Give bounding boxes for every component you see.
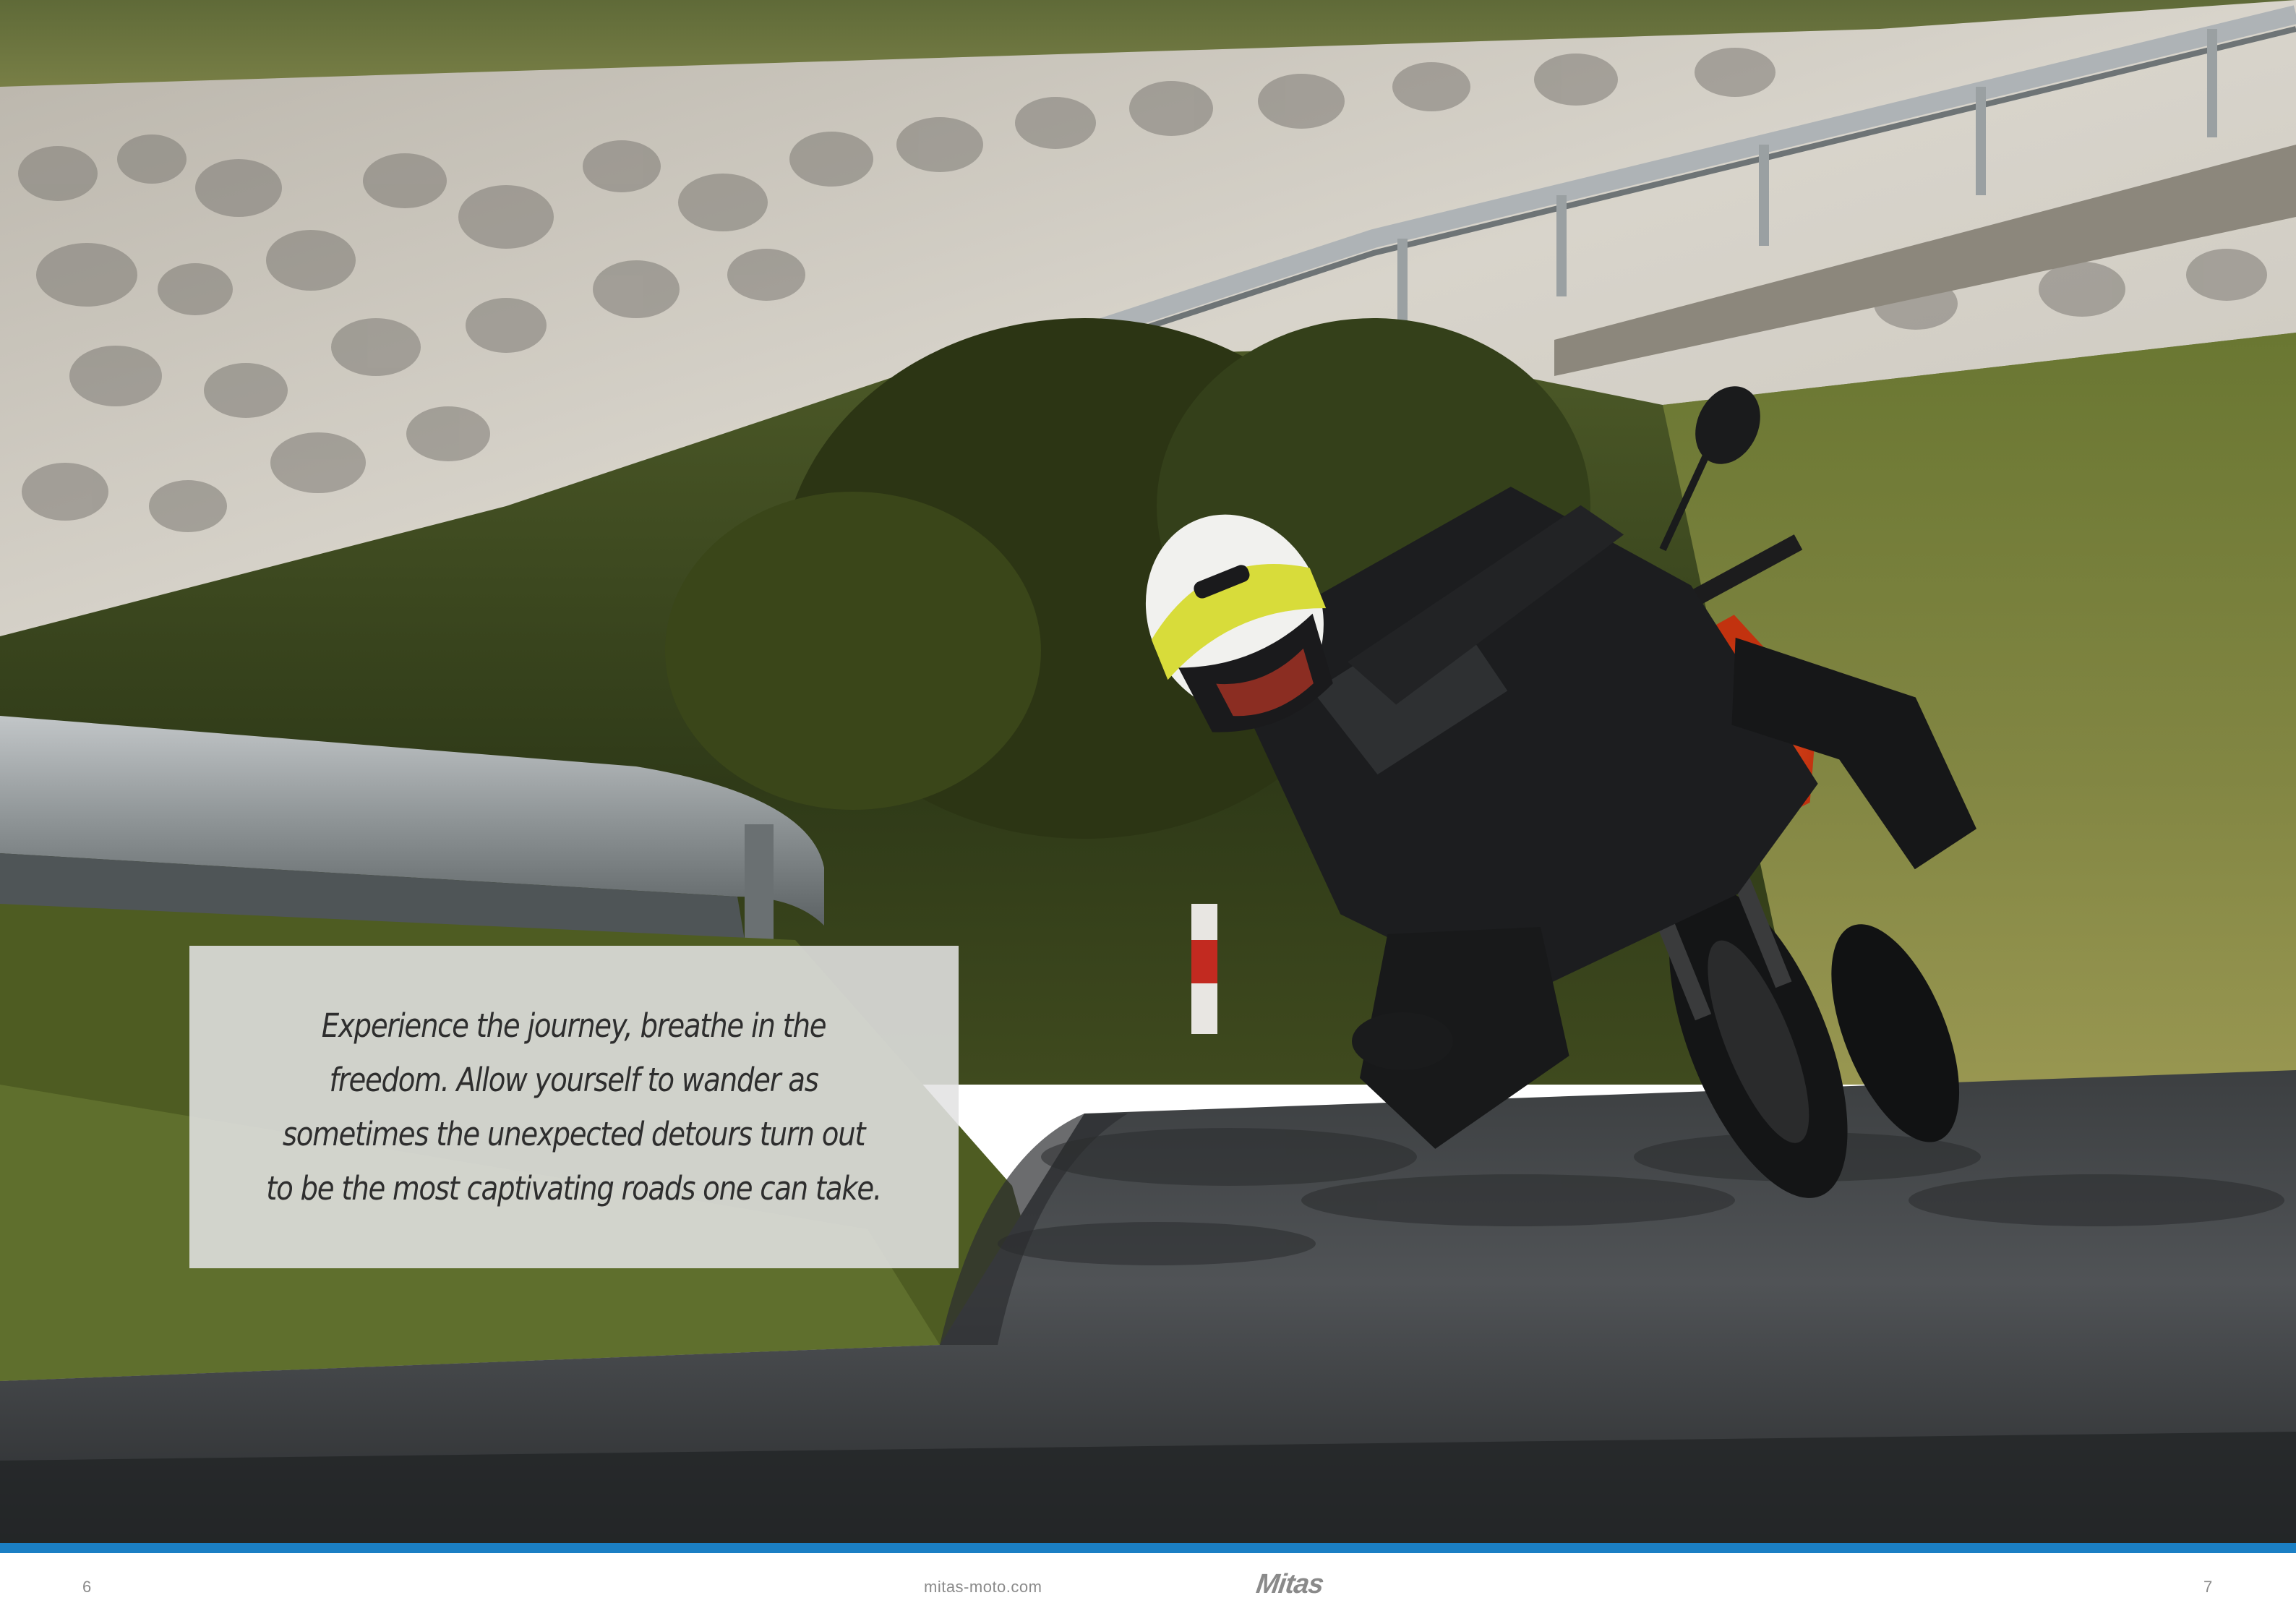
mitas-logo: Mitas [1254, 1569, 1326, 1599]
quote-text: Experience the journey, breathe in the f… [266, 999, 883, 1215]
quote-overlay: Experience the journey, breathe in the f… [189, 946, 959, 1268]
quote-line: freedom. Allow yourself to wander as [329, 1061, 819, 1099]
page-footer: 6 mitas-moto.com Mitas 7 [0, 1553, 2296, 1624]
photo-illustration [0, 0, 2296, 1543]
quote-line: to be the most captivating roads one can… [266, 1169, 883, 1208]
quote-line: Experience the journey, breathe in the [322, 1007, 827, 1045]
quote-line: sometimes the unexpected detours turn ou… [283, 1115, 866, 1153]
website-link[interactable]: mitas-moto.com [924, 1578, 1042, 1597]
magazine-spread: Experience the journey, breathe in the f… [0, 0, 2296, 1624]
footer-accent-line [0, 1543, 2296, 1553]
page-number-left: 6 [82, 1578, 92, 1596]
page-number-right: 7 [2203, 1578, 2213, 1596]
motorcycle-cornering-photo [0, 0, 2296, 1543]
